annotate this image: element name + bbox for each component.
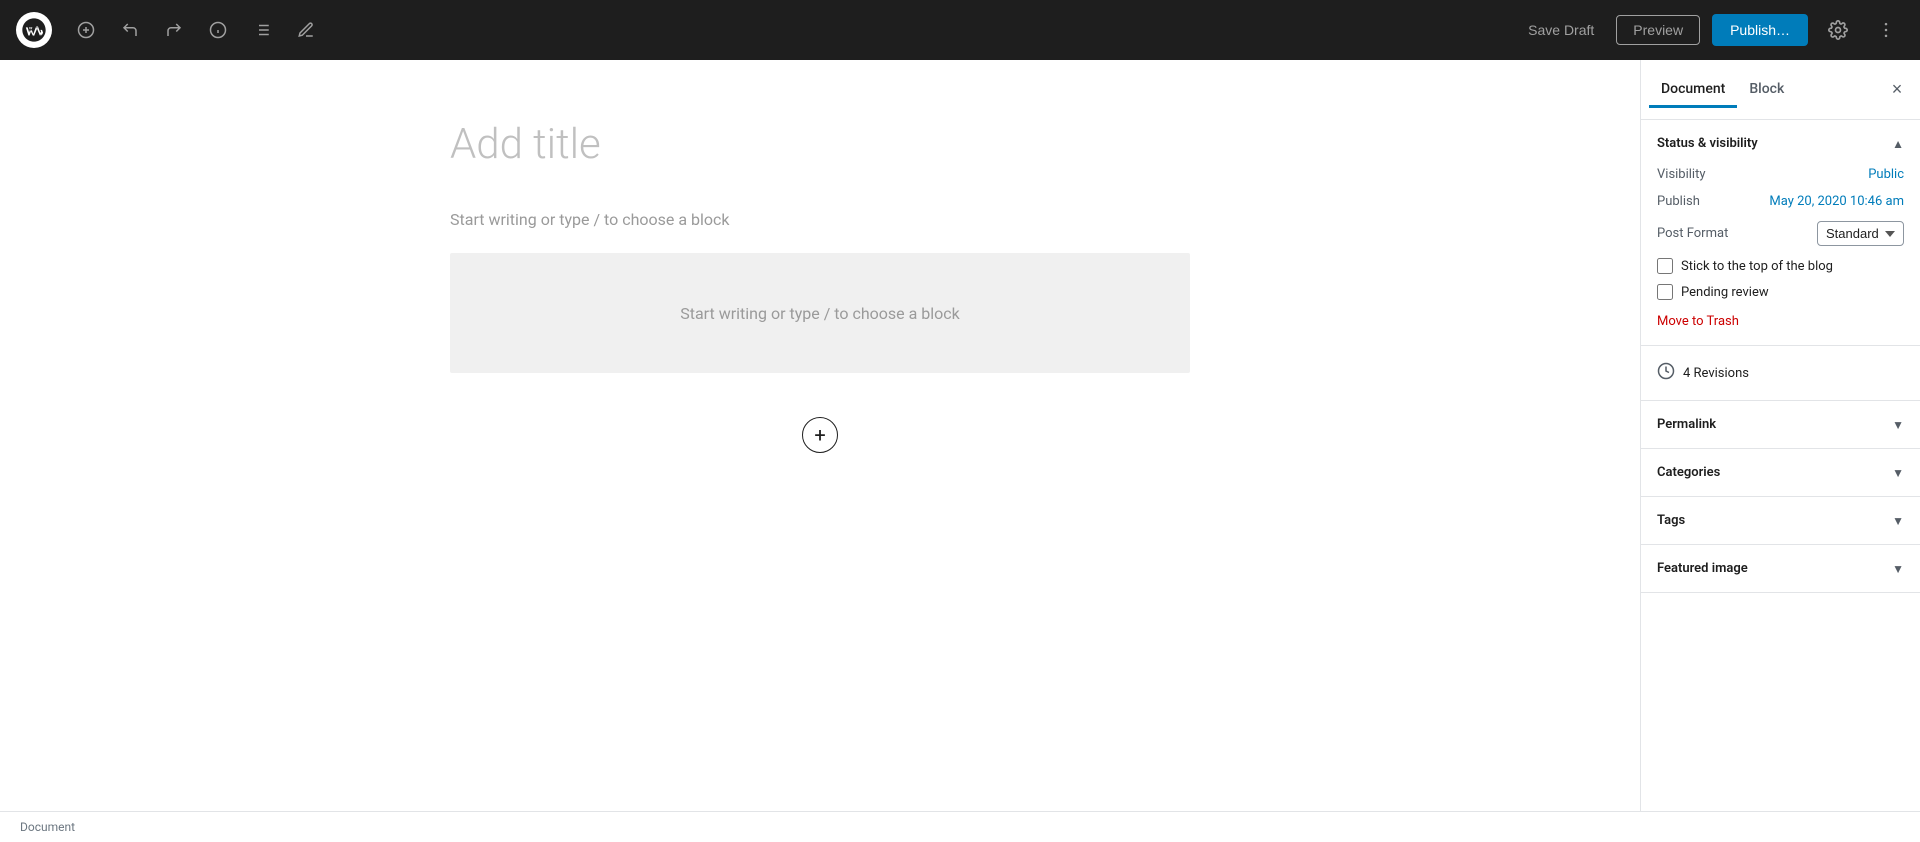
add-block-button[interactable]: [68, 12, 104, 48]
info-button[interactable]: [200, 12, 236, 48]
post-format-label: Post Format: [1657, 226, 1728, 241]
settings-button[interactable]: [1820, 12, 1856, 48]
block-placeholder-1[interactable]: Start writing or type / to choose a bloc…: [450, 210, 1190, 229]
publish-row: Publish May 20, 2020 10:46 am: [1657, 194, 1904, 209]
status-visibility-header[interactable]: Status & visibility ▲: [1657, 136, 1904, 151]
permalink-section[interactable]: Permalink ▼: [1641, 401, 1920, 449]
revisions-label: 4 Revisions: [1683, 366, 1749, 381]
categories-section[interactable]: Categories ▼: [1641, 449, 1920, 497]
editor-area: Add title Start writing or type / to cho…: [0, 60, 1640, 811]
sidebar-scroll: Status & visibility ▲ Visibility Public …: [1641, 120, 1920, 811]
move-to-trash-link[interactable]: Move to Trash: [1657, 314, 1739, 329]
tags-section[interactable]: Tags ▼: [1641, 497, 1920, 545]
block-content-1[interactable]: Start writing or type / to choose a bloc…: [450, 253, 1190, 373]
status-visibility-label: Status & visibility: [1657, 136, 1758, 151]
list-view-button[interactable]: [244, 12, 280, 48]
revisions-row[interactable]: 4 Revisions: [1657, 362, 1904, 384]
sidebar-close-button[interactable]: ×: [1882, 75, 1912, 105]
featured-image-label: Featured image: [1657, 561, 1748, 576]
status-bar-text: Document: [20, 820, 75, 834]
redo-button[interactable]: [156, 12, 192, 48]
publish-label: Publish: [1657, 194, 1700, 209]
post-format-row: Post Format Standard Aside Gallery Link …: [1657, 221, 1904, 246]
categories-label: Categories: [1657, 465, 1720, 480]
tags-chevron: ▼: [1892, 514, 1904, 528]
pending-review-checkbox[interactable]: [1657, 284, 1673, 300]
pending-review-row: Pending review: [1657, 284, 1904, 300]
permalink-chevron: ▼: [1892, 418, 1904, 432]
stick-top-label: Stick to the top of the blog: [1681, 259, 1833, 274]
save-draft-button[interactable]: Save Draft: [1518, 16, 1604, 44]
revisions-section: 4 Revisions: [1641, 346, 1920, 401]
visibility-label: Visibility: [1657, 167, 1706, 182]
wordpress-logo[interactable]: [16, 12, 52, 48]
permalink-label: Permalink: [1657, 417, 1716, 432]
tags-label: Tags: [1657, 513, 1685, 528]
post-title-input[interactable]: Add title: [450, 120, 1190, 170]
publish-button[interactable]: Publish…: [1712, 14, 1808, 46]
toolbar: Save Draft Preview Publish…: [0, 0, 1920, 60]
add-block-inline-button[interactable]: +: [802, 417, 838, 453]
tab-block[interactable]: Block: [1737, 73, 1796, 108]
block-content-text-1: Start writing or type / to choose a bloc…: [680, 304, 960, 323]
preview-button[interactable]: Preview: [1616, 15, 1700, 45]
stick-top-checkbox[interactable]: [1657, 258, 1673, 274]
toolbar-left: [16, 12, 324, 48]
visibility-value[interactable]: Public: [1868, 167, 1904, 182]
toolbar-right: Save Draft Preview Publish…: [1518, 12, 1904, 48]
revisions-icon: [1657, 362, 1675, 384]
publish-value[interactable]: May 20, 2020 10:46 am: [1769, 194, 1904, 209]
undo-button[interactable]: [112, 12, 148, 48]
visibility-row: Visibility Public: [1657, 167, 1904, 182]
status-visibility-section: Status & visibility ▲ Visibility Public …: [1641, 120, 1920, 346]
pending-review-label: Pending review: [1681, 285, 1769, 300]
post-format-select[interactable]: Standard Aside Gallery Link Image Quote …: [1817, 221, 1904, 246]
tab-document[interactable]: Document: [1649, 73, 1737, 108]
status-visibility-chevron: ▲: [1892, 137, 1904, 151]
sidebar-header: Document Block ×: [1641, 60, 1920, 120]
status-bar: Document: [0, 811, 1920, 842]
main-layout: Add title Start writing or type / to cho…: [0, 60, 1920, 811]
more-options-button[interactable]: [1868, 12, 1904, 48]
featured-image-chevron: ▼: [1892, 562, 1904, 576]
editor-content: Add title Start writing or type / to cho…: [450, 120, 1190, 453]
tools-button[interactable]: [288, 12, 324, 48]
stick-top-row: Stick to the top of the blog: [1657, 258, 1904, 274]
sidebar: Document Block × Status & visibility ▲ V…: [1640, 60, 1920, 811]
categories-chevron: ▼: [1892, 466, 1904, 480]
featured-image-section[interactable]: Featured image ▼: [1641, 545, 1920, 593]
